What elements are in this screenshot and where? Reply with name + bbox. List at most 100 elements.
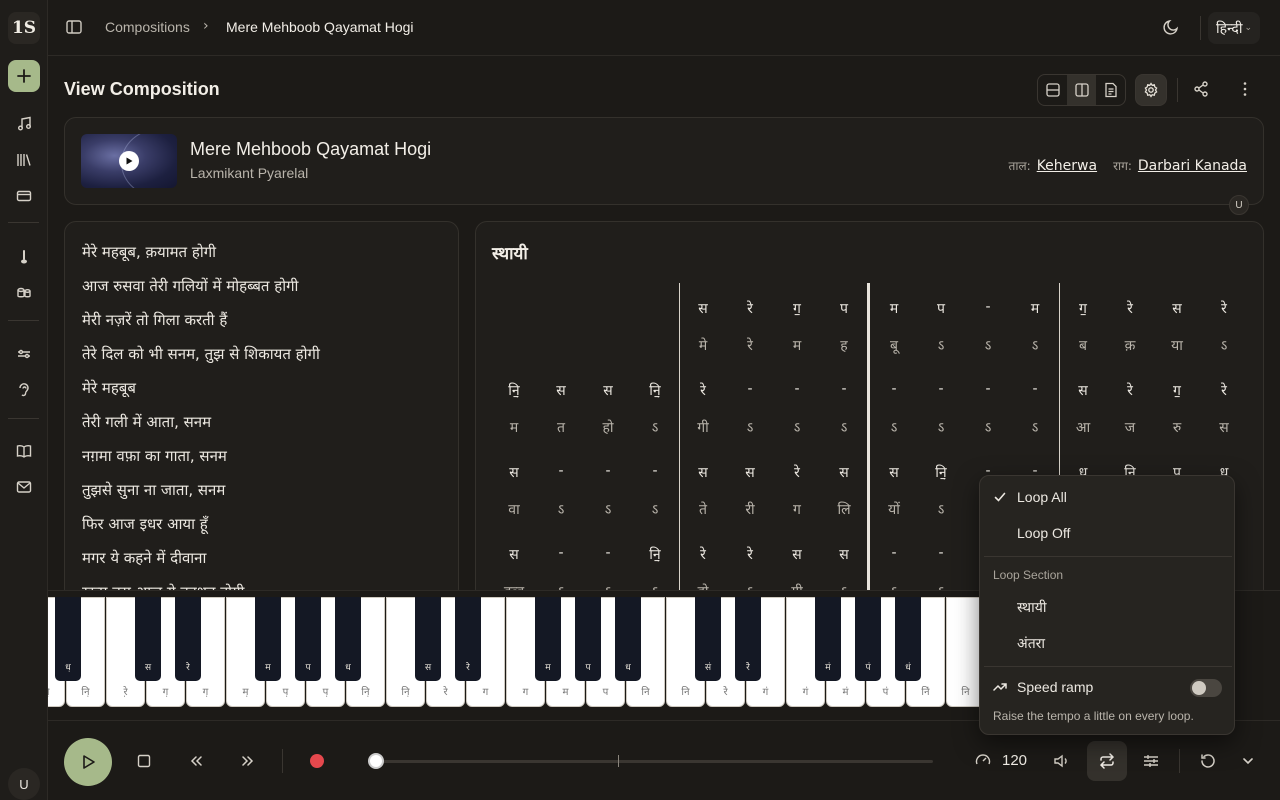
swar-note[interactable]: स xyxy=(829,463,859,482)
swar-note[interactable]: - xyxy=(782,381,812,397)
swar-note[interactable]: रे xyxy=(1115,299,1145,318)
swar-note[interactable]: स xyxy=(735,463,765,482)
speed-ramp-toggle[interactable] xyxy=(1190,679,1222,697)
black-key[interactable]: ध̣ xyxy=(55,597,81,681)
swar-note[interactable]: - xyxy=(640,463,670,479)
swar-note[interactable]: म xyxy=(879,299,909,318)
swar-note[interactable]: ग॒ xyxy=(782,299,812,318)
black-key[interactable]: स xyxy=(415,597,441,681)
loop-off-option[interactable]: Loop Off xyxy=(980,516,1234,550)
swar-note[interactable]: स xyxy=(829,545,859,564)
swar-note[interactable]: - xyxy=(593,463,623,479)
black-key[interactable]: म xyxy=(535,597,561,681)
black-key[interactable]: ध̇ xyxy=(895,597,921,681)
swar-note[interactable]: स xyxy=(1162,299,1192,318)
swar-note[interactable]: - xyxy=(593,545,623,561)
swar-note[interactable]: प xyxy=(829,299,859,318)
user-avatar[interactable]: U xyxy=(8,768,40,800)
swar-note[interactable]: स xyxy=(688,299,718,318)
tempo-value[interactable]: 120 xyxy=(1002,752,1027,769)
black-key[interactable]: स̇ xyxy=(695,597,721,681)
raag-link[interactable]: Darbari Kanada xyxy=(1138,158,1247,174)
settings-button[interactable] xyxy=(1135,74,1167,106)
swar-note[interactable]: नि॒̣ xyxy=(640,545,670,564)
library-icon[interactable] xyxy=(14,150,34,170)
settings-sliders-icon[interactable] xyxy=(14,344,34,364)
swar-note[interactable]: स xyxy=(1068,381,1098,400)
swar-note[interactable]: स xyxy=(688,463,718,482)
book-icon[interactable] xyxy=(14,441,34,461)
app-logo[interactable]: 1S xyxy=(8,12,40,44)
swar-note[interactable]: - xyxy=(879,545,909,561)
taal-link[interactable]: Keherwa xyxy=(1037,158,1097,174)
seek-track[interactable] xyxy=(376,755,933,767)
swar-note[interactable]: - xyxy=(926,545,956,561)
swar-note[interactable]: प xyxy=(926,299,956,318)
swar-note[interactable]: रे xyxy=(688,381,718,400)
forward-button[interactable] xyxy=(238,751,258,771)
black-key[interactable]: रे xyxy=(455,597,481,681)
view-split-button[interactable] xyxy=(1067,75,1096,105)
rewind-button[interactable] xyxy=(186,751,206,771)
instrument-icon[interactable] xyxy=(14,247,34,267)
swar-note[interactable]: - xyxy=(1020,381,1050,397)
swar-note[interactable]: - xyxy=(829,381,859,397)
loop-section-sthayi[interactable]: स्थायी xyxy=(980,589,1234,623)
card-icon[interactable] xyxy=(14,186,34,206)
swar-note[interactable]: रे xyxy=(1209,299,1239,318)
mail-icon[interactable] xyxy=(14,477,34,497)
swar-note[interactable]: नि॒̣ xyxy=(499,381,529,400)
swar-note[interactable]: रे xyxy=(735,299,765,318)
record-button[interactable] xyxy=(310,754,324,768)
breadcrumb-compositions[interactable]: Compositions xyxy=(105,19,190,35)
loop-section-antara[interactable]: अंतरा xyxy=(980,625,1234,659)
black-key[interactable]: ध xyxy=(335,597,361,681)
black-key[interactable]: रे̇ xyxy=(735,597,761,681)
ear-icon[interactable] xyxy=(14,380,34,400)
music-note-icon[interactable] xyxy=(14,114,34,134)
swar-note[interactable]: ग॒ xyxy=(1162,381,1192,400)
swar-note[interactable]: म xyxy=(1020,299,1050,318)
swar-note[interactable]: स xyxy=(499,545,529,564)
mixer-button[interactable] xyxy=(1141,751,1161,771)
loop-all-option[interactable]: Loop All xyxy=(980,480,1234,514)
swar-note[interactable]: - xyxy=(973,381,1003,397)
swar-note[interactable]: रे xyxy=(782,463,812,482)
collapse-button[interactable] xyxy=(1238,751,1258,771)
swar-note[interactable]: नि॒̣ xyxy=(926,463,956,482)
swar-note[interactable]: स xyxy=(593,381,623,400)
swar-note[interactable]: रे xyxy=(1115,381,1145,400)
swar-note[interactable]: रे xyxy=(688,545,718,564)
black-key[interactable]: प̇ xyxy=(855,597,881,681)
swar-note[interactable]: नि॒̣ xyxy=(640,381,670,400)
user-badge[interactable]: U xyxy=(1229,195,1249,215)
swar-note[interactable]: स xyxy=(499,463,529,482)
swar-note[interactable]: ग॒ xyxy=(1068,299,1098,318)
swar-note[interactable]: - xyxy=(926,381,956,397)
black-key[interactable]: रे xyxy=(175,597,201,681)
swar-note[interactable]: - xyxy=(973,299,1003,315)
play-button[interactable] xyxy=(64,738,112,786)
swar-note[interactable]: - xyxy=(546,463,576,479)
swar-note[interactable]: - xyxy=(546,545,576,561)
black-key[interactable]: प xyxy=(575,597,601,681)
swar-note[interactable]: रे xyxy=(1209,381,1239,400)
black-key[interactable]: स xyxy=(135,597,161,681)
more-vertical-icon[interactable] xyxy=(1236,80,1256,100)
share-icon[interactable] xyxy=(1192,80,1212,100)
black-key[interactable]: ध xyxy=(615,597,641,681)
swar-note[interactable]: स xyxy=(879,463,909,482)
view-document-button[interactable] xyxy=(1096,75,1125,105)
reset-button[interactable] xyxy=(1198,751,1218,771)
view-stacked-button[interactable] xyxy=(1038,75,1067,105)
swar-note[interactable]: स xyxy=(546,381,576,400)
language-select[interactable]: हिन्दी ⌄ xyxy=(1208,12,1260,44)
loop-button[interactable] xyxy=(1087,741,1127,781)
stop-button[interactable] xyxy=(134,751,154,771)
swar-note[interactable]: - xyxy=(735,381,765,397)
swar-note[interactable]: रे xyxy=(735,545,765,564)
add-button[interactable] xyxy=(8,60,40,92)
black-key[interactable]: म xyxy=(255,597,281,681)
thumbnail-play-button[interactable] xyxy=(119,151,139,171)
swar-note[interactable]: - xyxy=(879,381,909,397)
